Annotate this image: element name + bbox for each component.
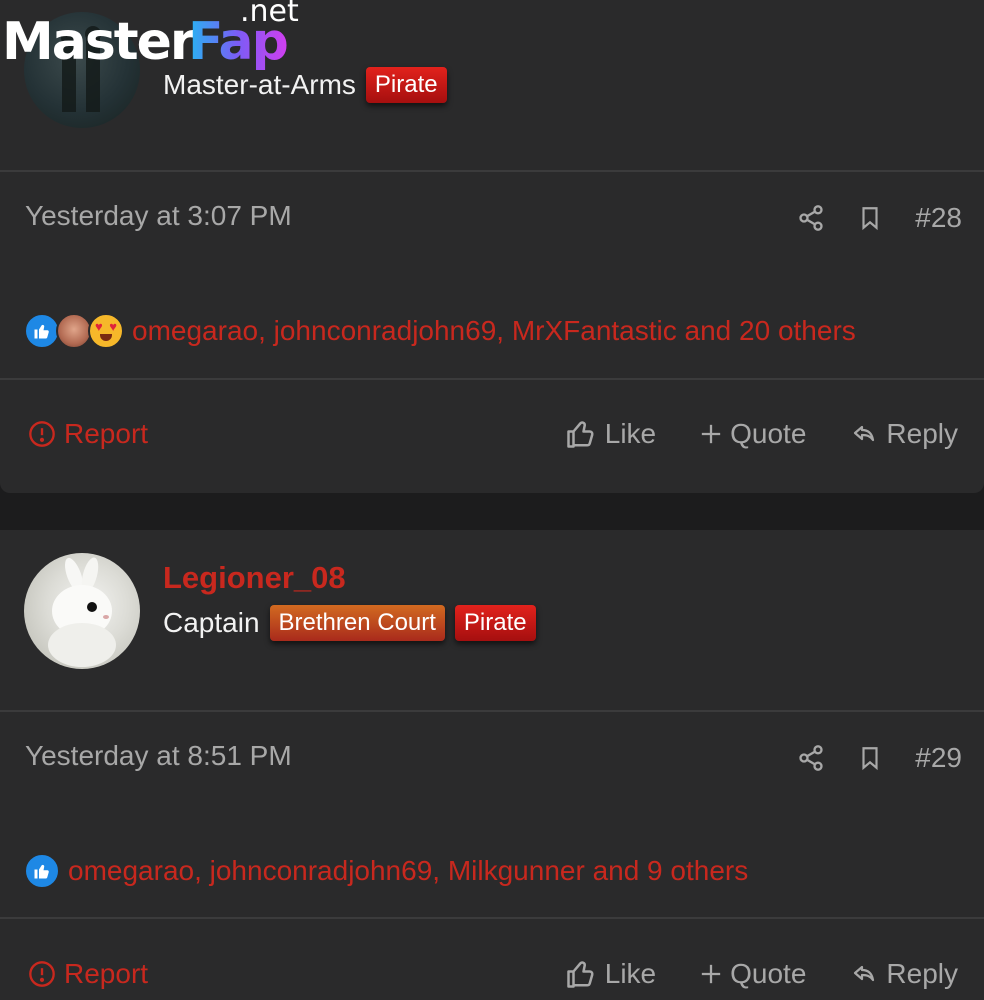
like-reaction-icon [24,313,60,349]
divider [0,378,984,380]
reply-label: Reply [886,418,958,449]
right-actions: Like Quote Reply [565,958,958,990]
report-label: Report [64,418,149,449]
reply-label: Reply [886,958,958,989]
like-label: Like [604,958,657,989]
quote-plus-icon [700,963,722,985]
reactions-bar[interactable]: omegarao, johnconradjohn69, MrXFantastic… [24,313,856,349]
quote-plus-icon [700,423,722,445]
reply-button[interactable]: Reply [850,958,958,990]
quote-label: Quote [730,418,807,449]
like-button[interactable]: Like [565,418,656,450]
post-number[interactable]: #29 [915,742,962,774]
reply-icon [850,962,878,986]
badge-pirate: Pirate [365,67,447,103]
quote-button[interactable]: Quote [700,958,806,990]
post-28: Master-at-Arms Pirate Yesterday at 3:07 … [0,0,984,493]
report-icon [28,960,56,988]
badge-pirate: Pirate [454,605,536,641]
report-button[interactable]: Report [28,958,148,990]
badge-brethren-court: Brethren Court [269,605,445,641]
like-icon [565,419,597,449]
like-icon [565,959,597,989]
divider [0,917,984,919]
report-label: Report [64,958,149,989]
reactions-text[interactable]: omegarao, johnconradjohn69, Milkgunner a… [68,855,748,887]
like-button[interactable]: Like [565,958,656,990]
like-reaction-icon [24,853,60,889]
user-avatar[interactable] [24,553,140,669]
watermark-suffix: .net [240,0,299,29]
share-icon[interactable] [797,744,825,772]
bookmark-icon[interactable] [857,744,883,772]
heart-eyes-reaction-icon [88,313,124,349]
bookmark-icon[interactable] [857,204,883,232]
divider [0,710,984,712]
post-time[interactable]: Yesterday at 8:51 PM [25,740,292,772]
user-title-line: Captain Brethren Court Pirate [163,605,536,641]
reply-button[interactable]: Reply [850,418,958,450]
user-title: Captain [163,607,260,638]
post-meta-actions: #29 [797,742,962,774]
avatar-reaction-icon [56,313,92,349]
report-icon [28,420,56,448]
reactions-text[interactable]: omegarao, johnconradjohn69, MrXFantastic… [132,315,856,347]
right-actions: Like Quote Reply [565,418,958,450]
reply-icon [850,422,878,446]
watermark-main: Master [2,12,196,72]
post-actions: Report Like Quote Reply [0,958,984,1000]
divider [0,170,984,172]
post-number[interactable]: #28 [915,202,962,234]
like-label: Like [604,418,657,449]
post-time[interactable]: Yesterday at 3:07 PM [25,200,292,232]
post-actions: Report Like Quote Reply [0,418,984,462]
user-title: Master-at-Arms [163,69,356,100]
site-watermark-logo: Master Fap .net [0,0,310,72]
quote-button[interactable]: Quote [700,418,806,450]
reactions-bar[interactable]: omegarao, johnconradjohn69, Milkgunner a… [24,853,748,889]
post-meta-actions: #28 [797,202,962,234]
quote-label: Quote [730,958,807,989]
username[interactable]: Legioner_08 [163,560,346,596]
user-title-line: Master-at-Arms Pirate [163,67,447,103]
report-button[interactable]: Report [28,418,148,450]
share-icon[interactable] [797,204,825,232]
